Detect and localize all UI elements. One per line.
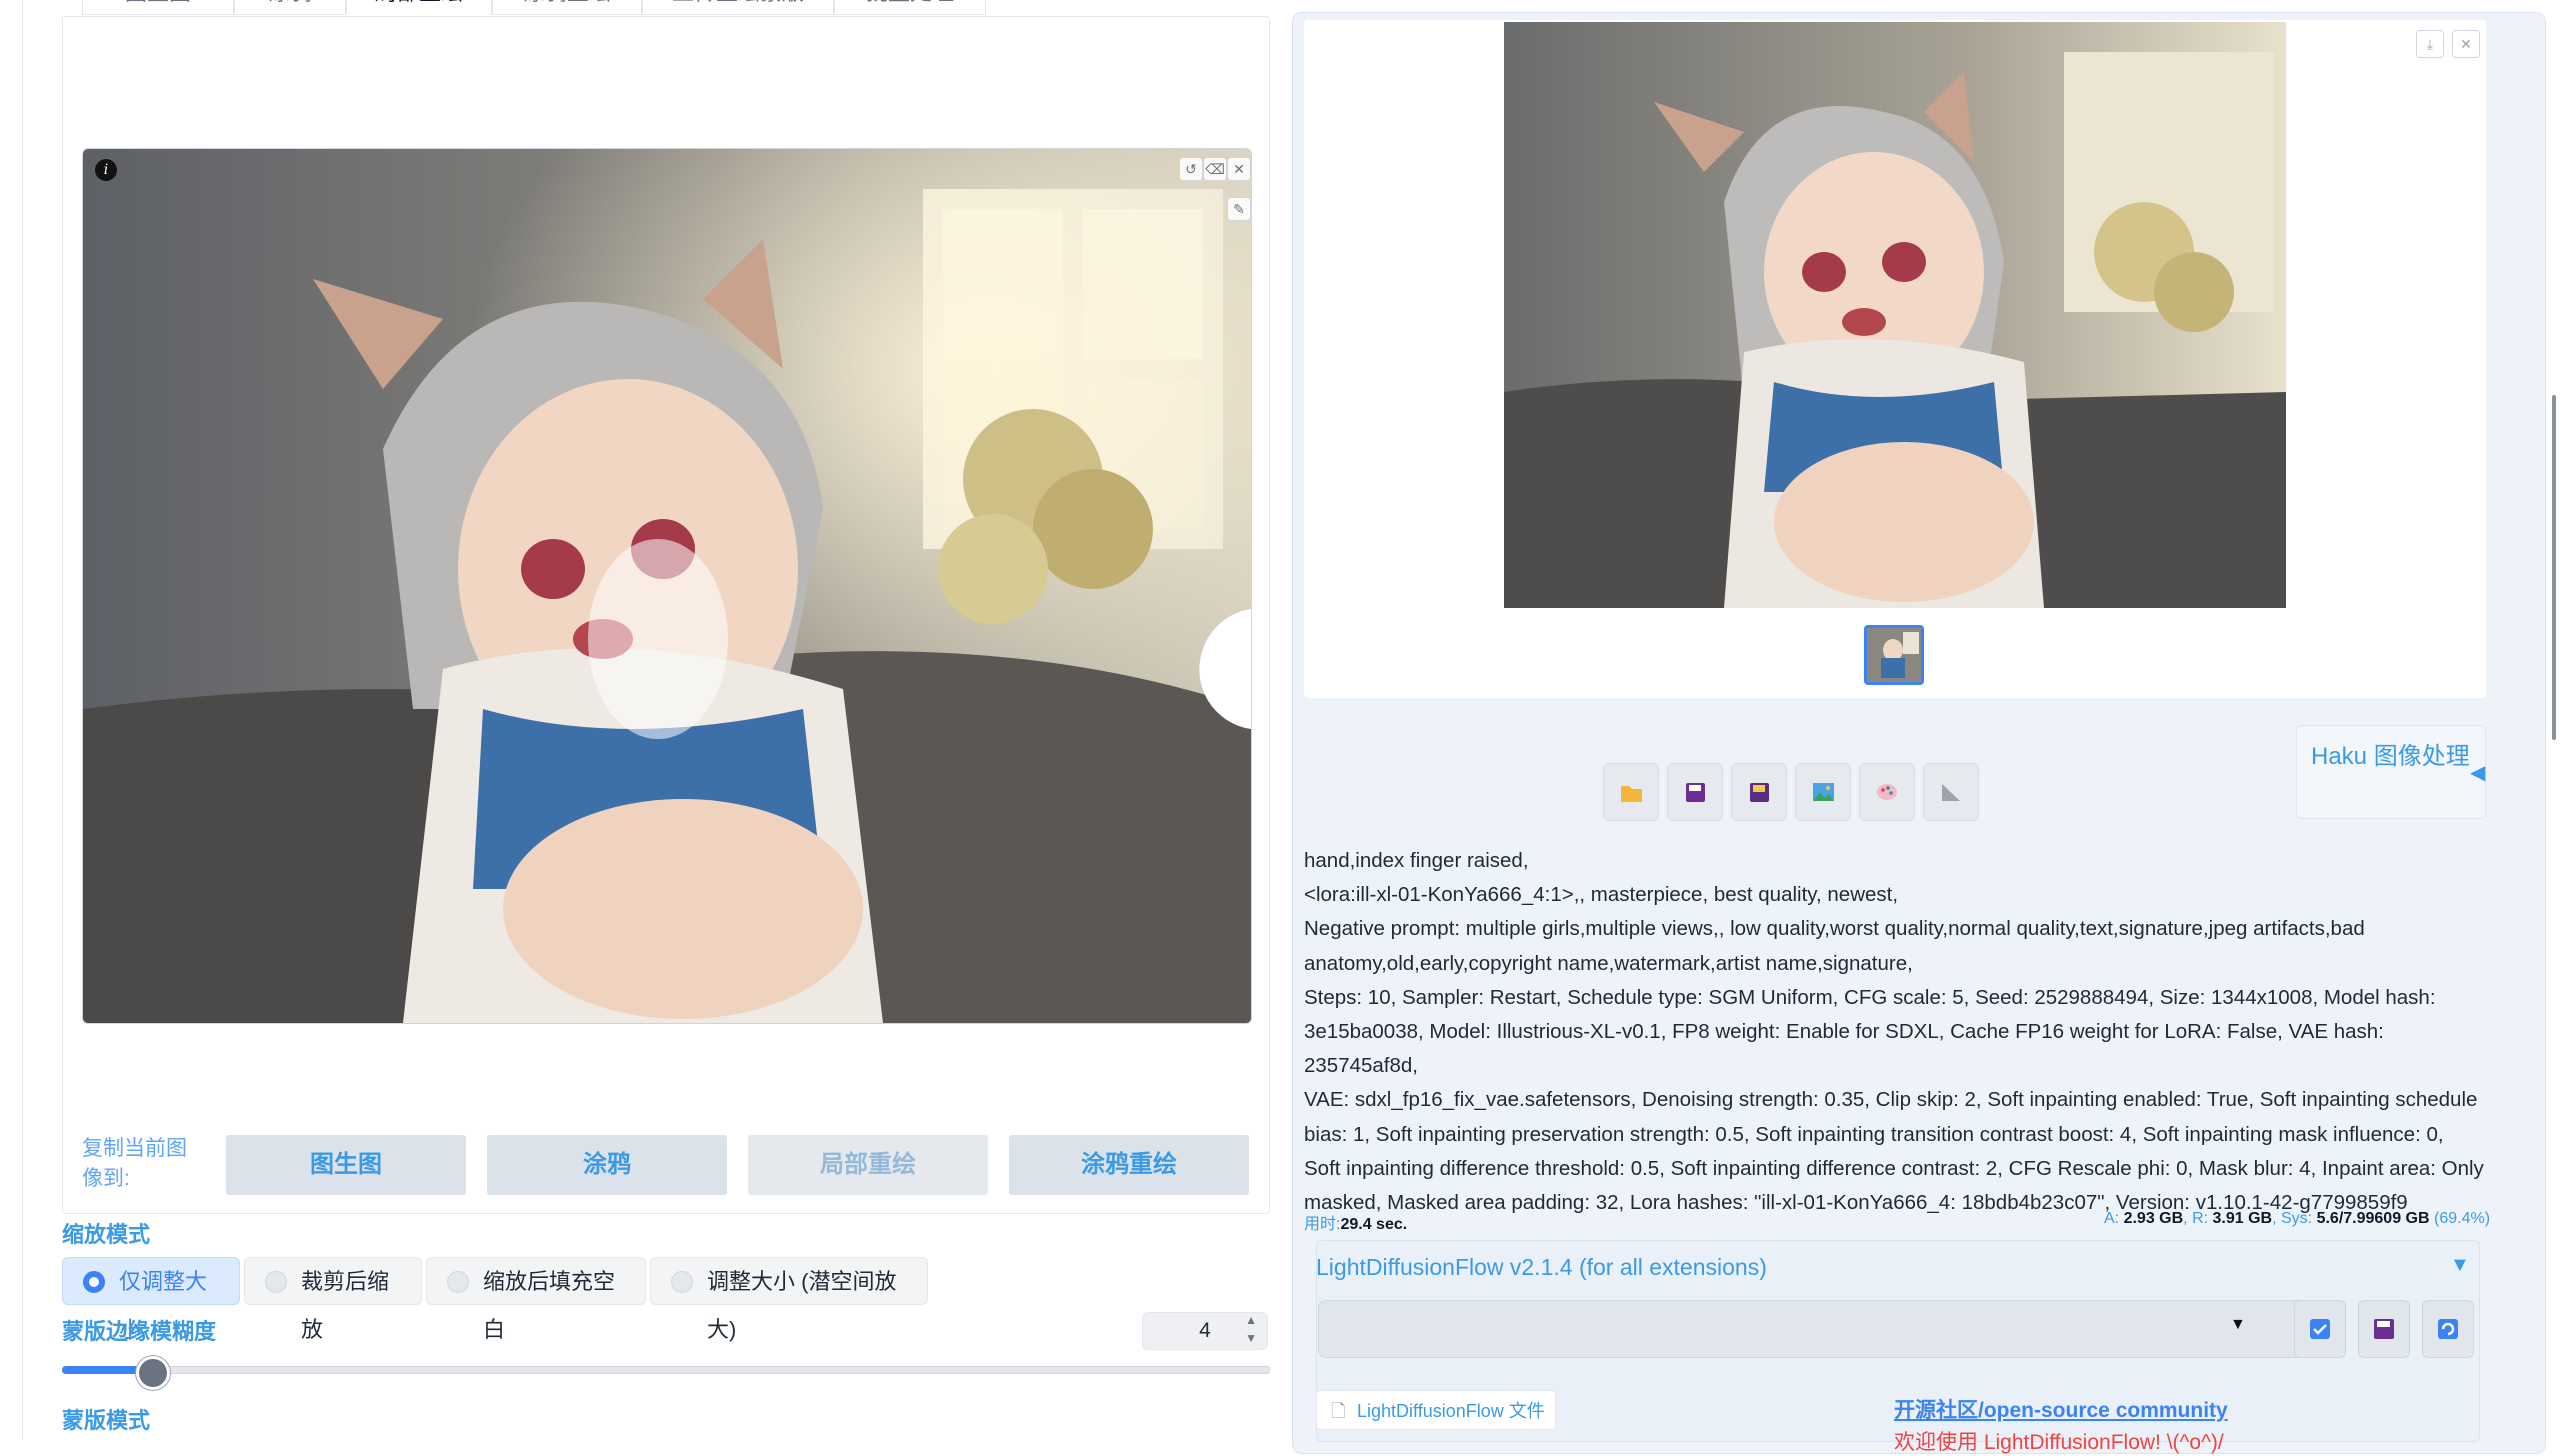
radio-dot <box>265 1271 287 1293</box>
triangle-left-icon[interactable]: ◀ <box>2470 760 2485 785</box>
img2img-tab-strip: 图生图 涂鸦 局部重绘 涂鸦重绘 上传重绘蒙版 批量处理 <box>62 0 1268 16</box>
save-icon <box>2374 1319 2394 1339</box>
resize-option-latent-upscale[interactable]: 调整大小 (潜空间放大) <box>650 1257 928 1342</box>
close-icon[interactable]: ✕ <box>2452 30 2480 58</box>
info-line: VAE: sdxl_fp16_fix_vae.safetensors, Deno… <box>1304 1088 2478 1112</box>
chevron-down-icon[interactable]: ▼ <box>2230 1316 2246 1334</box>
save-button[interactable] <box>1667 763 1723 821</box>
info-line: <lora:ill-xl-01-KonYa666_4:1>,, masterpi… <box>1304 883 1899 907</box>
file-icon: 🗋 <box>1331 1401 1346 1421</box>
info-icon[interactable]: i <box>95 159 117 181</box>
haku-image-processing-button[interactable]: Haku 图像处理 <box>2296 725 2486 819</box>
mask-mode-label: 蒙版模式 <box>62 1408 151 1433</box>
thumbnail-art <box>1867 628 1921 682</box>
send-to-extras-button[interactable] <box>1859 763 1915 821</box>
tab-batch[interactable]: 批量处理 <box>834 0 986 15</box>
page-scrollbar[interactable] <box>2552 395 2556 740</box>
radio-dot <box>447 1271 469 1293</box>
send-to-inpaint-button[interactable]: 局部重绘 <box>748 1135 988 1195</box>
anime-cat-girl-illustration <box>83 149 1251 1023</box>
zip-icon <box>1750 783 1769 802</box>
folder-icon <box>1621 786 1642 802</box>
time-taken: 用时:29.4 sec. <box>1304 1216 1408 1233</box>
info-line: Soft inpainting difference threshold: 0.… <box>1304 1156 2484 1180</box>
info-line: 3e15ba0038, Model: Illustrious-XL-v0.1, … <box>1304 1020 2384 1078</box>
undo-icon[interactable]: ↺ <box>1179 157 1203 181</box>
tab-sketch[interactable]: 涂鸦 <box>234 0 346 15</box>
open-source-community-link[interactable]: 开源社区/open-source community <box>1894 1394 2228 1424</box>
copy-to-label: 复制当前图像到: <box>82 1137 187 1190</box>
triangle-down-icon[interactable]: ▼ <box>2450 1254 2470 1277</box>
inpaint-canvas[interactable]: i ↺ ⌫ ✕ ✎ <box>82 148 1252 1024</box>
save-icon <box>1686 783 1705 802</box>
generated-image-art <box>1504 22 2286 608</box>
lightdiffusionflow-file-upload[interactable]: 🗋 LightDiffusionFlow 文件 <box>1316 1390 1556 1430</box>
mask-blur-label: 蒙版边缘模糊度 <box>62 1319 217 1344</box>
send-to-img2img-button[interactable]: 图生图 <box>226 1135 466 1195</box>
ruler-icon <box>1942 784 1960 801</box>
info-line: bias: 1, Soft inpainting preservation st… <box>1304 1122 2444 1146</box>
resize-mode-label: 缩放模式 <box>62 1222 151 1247</box>
palette-icon <box>1877 784 1897 800</box>
checkbox-icon <box>2310 1319 2330 1339</box>
generation-info: hand,index finger raised, <lora:ill-xl-0… <box>1304 844 2494 1220</box>
memory-stats: A: 2.93 GB, R: 3.91 GB, Sys: 5.6/7.99609… <box>2104 1210 2491 1227</box>
mask-stroke <box>588 539 728 739</box>
refresh-icon <box>2438 1319 2458 1339</box>
lightdiffusionflow-title[interactable]: LightDiffusionFlow v2.1.4 (for all exten… <box>1316 1254 1767 1281</box>
resize-option-resize-fill[interactable]: 缩放后填充空白 <box>426 1257 646 1342</box>
info-line: Steps: 10, Sampler: Restart, Schedule ty… <box>1304 985 2436 1009</box>
info-line: anatomy,old,early,copyright name,waterma… <box>1304 951 1913 975</box>
close-icon[interactable]: ✕ <box>1227 157 1251 181</box>
tab-inpaint-sketch[interactable]: 涂鸦重绘 <box>492 0 642 15</box>
export-button[interactable] <box>2358 1300 2410 1358</box>
info-line: Negative prompt: multiple girls,multiple… <box>1304 917 2365 941</box>
page-divider <box>22 0 23 1440</box>
tab-inpaint-upload[interactable]: 上传重绘蒙版 <box>642 0 834 15</box>
image-icon <box>1813 783 1834 801</box>
send-to-sketch-button[interactable]: 涂鸦 <box>487 1135 727 1195</box>
welcome-text: 欢迎使用 LightDiffusionFlow! \(^o^)/ <box>1894 1431 2224 1454</box>
info-line: hand,index finger raised, <box>1304 849 1529 872</box>
output-image[interactable] <box>1504 22 2286 608</box>
import-button[interactable] <box>2294 1300 2346 1358</box>
eraser-icon[interactable]: ⌫ <box>1203 157 1227 181</box>
flow-file-dropdown[interactable] <box>1318 1300 2320 1358</box>
resize-option-crop-resize[interactable]: 裁剪后缩放 <box>244 1257 422 1342</box>
send-to-inpaint-sketch-button[interactable]: 涂鸦重绘 <box>1009 1135 1249 1195</box>
mask-blur-number-input[interactable]: 4 ▲ ▼ <box>1142 1312 1268 1350</box>
zip-button[interactable] <box>1731 763 1787 821</box>
geometry-button[interactable] <box>1923 763 1979 821</box>
refresh-button[interactable] <box>2422 1300 2474 1358</box>
tab-inpaint[interactable]: 局部重绘 <box>346 0 492 15</box>
radio-dot <box>83 1271 105 1293</box>
send-image-button[interactable] <box>1795 763 1851 821</box>
tab-img2img[interactable]: 图生图 <box>82 0 234 15</box>
mask-blur-slider-thumb[interactable] <box>136 1356 170 1390</box>
mask-blur-slider-track[interactable] <box>62 1366 1270 1374</box>
resize-option-just-resize[interactable]: 仅调整大小 <box>62 1257 240 1342</box>
radio-dot <box>671 1271 693 1293</box>
gallery-thumbnail[interactable] <box>1864 625 1924 685</box>
download-icon[interactable]: ⤓ <box>2416 30 2444 58</box>
open-folder-button[interactable] <box>1603 763 1659 821</box>
stepper-arrows-icon[interactable]: ▲ ▼ <box>1245 1311 1257 1347</box>
brush-icon[interactable]: ✎ <box>1227 197 1251 221</box>
